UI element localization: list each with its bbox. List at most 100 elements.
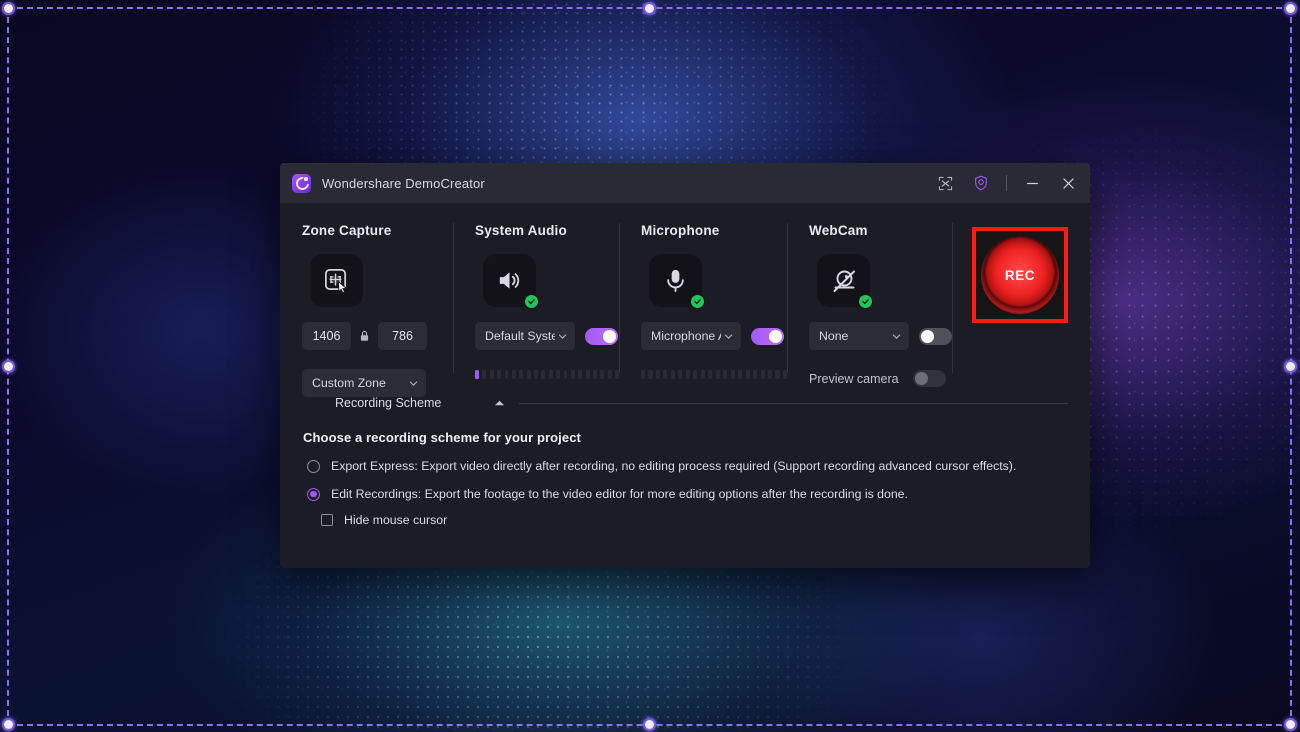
microphone-column: Microphone Microphone A (619, 211, 787, 388)
zone-mode-value: Custom Zone (312, 376, 386, 390)
level-segment (648, 370, 653, 379)
hide-mouse-cursor-label: Hide mouse cursor (344, 513, 448, 527)
capture-controls-row: Zone Capture 1406 786 Custom Zone System… (302, 203, 1068, 397)
level-segment (753, 370, 758, 379)
recording-scheme-heading: Choose a recording scheme for your proje… (303, 430, 581, 445)
minimize-icon[interactable] (1014, 164, 1050, 202)
radio-indicator-edit-recordings (307, 487, 320, 501)
microphone-toggle[interactable] (751, 327, 784, 345)
enabled-check-icon (858, 294, 873, 309)
window-title: Wondershare DemoCreator (322, 175, 485, 191)
level-segment (497, 370, 502, 379)
level-segment (693, 370, 698, 379)
chevron-down-icon (558, 333, 567, 339)
level-segment (655, 370, 661, 379)
level-segment (578, 370, 583, 379)
chevron-down-icon (892, 333, 901, 339)
level-segment (685, 370, 690, 379)
speaker-icon[interactable] (483, 254, 539, 309)
record-button-circle: REC (981, 236, 1059, 314)
webcam-device-select[interactable]: None (809, 322, 909, 350)
level-segment (700, 370, 705, 379)
level-segment (593, 370, 597, 379)
level-segment (678, 370, 683, 379)
rewards-shield-icon[interactable] (963, 164, 999, 202)
microphone-icon[interactable] (649, 254, 705, 309)
system-audio-level-meter (475, 370, 620, 379)
level-segment (663, 370, 668, 379)
zone-capture-icon[interactable] (310, 254, 363, 307)
webcam-device-row: None (809, 322, 952, 350)
level-segment (570, 370, 575, 379)
record-button-label: REC (1004, 267, 1036, 283)
level-segment (738, 370, 743, 379)
radio-label-edit-recordings: Edit Recordings: Export the footage to t… (331, 487, 908, 501)
section-divider (519, 402, 1068, 404)
level-segment (767, 370, 773, 379)
level-segment (723, 370, 728, 379)
screenshot-capture-icon[interactable] (927, 164, 963, 202)
webcam-column: WebCam None Preview camera (787, 211, 952, 388)
zone-mode-select[interactable]: Custom Zone (302, 369, 426, 397)
democreator-window: Wondershare DemoCreator Zone Capture 140… (280, 163, 1090, 568)
microphone-level-meter (641, 370, 787, 379)
level-segment (489, 370, 494, 379)
window-title-bar[interactable]: Wondershare DemoCreator (280, 163, 1090, 203)
microphone-device-select[interactable]: Microphone A (641, 322, 741, 350)
system-audio-device-value: Default Syste (485, 329, 555, 343)
level-segment (745, 370, 750, 379)
webcam-toggle[interactable] (919, 327, 952, 345)
preview-camera-row: Preview camera (809, 370, 952, 387)
level-segment (715, 370, 720, 379)
close-icon[interactable] (1050, 164, 1086, 202)
webcam-disabled-icon[interactable] (817, 254, 873, 309)
system-audio-title: System Audio (475, 223, 567, 238)
record-button[interactable]: REC (972, 227, 1068, 323)
zone-capture-column: Zone Capture 1406 786 Custom Zone (302, 211, 453, 397)
radio-option-edit-recordings[interactable]: Edit Recordings: Export the footage to t… (302, 487, 1068, 501)
microphone-device-value: Microphone A (651, 329, 721, 343)
level-segment (563, 370, 568, 379)
level-segment (775, 370, 780, 379)
level-segment (585, 370, 590, 379)
system-audio-device-select[interactable]: Default Syste (475, 322, 575, 350)
chevron-down-icon (724, 333, 733, 339)
enabled-check-icon (690, 294, 705, 309)
level-segment (534, 370, 538, 379)
level-segment (548, 370, 553, 379)
preview-camera-toggle[interactable] (912, 370, 946, 387)
enabled-check-icon (524, 294, 539, 309)
title-bar-separator (1006, 175, 1007, 191)
zone-height-input[interactable] (378, 322, 427, 350)
zone-size-row (302, 322, 453, 350)
hide-mouse-cursor-option[interactable]: Hide mouse cursor (321, 513, 1068, 527)
system-audio-toggle[interactable] (585, 327, 618, 345)
level-segment (641, 370, 646, 379)
level-segment (475, 370, 479, 379)
window-controls (927, 164, 1086, 202)
level-segment (511, 370, 516, 379)
level-segment (556, 370, 561, 379)
level-segment (504, 370, 509, 379)
level-segment (526, 370, 531, 379)
webcam-device-value: None (819, 329, 849, 343)
microphone-device-row: Microphone A (641, 322, 787, 350)
democreator-logo-icon (292, 173, 311, 193)
radio-option-export-express[interactable]: Export Express: Export video directly af… (302, 459, 1068, 473)
radio-label-export-express: Export Express: Export video directly af… (331, 459, 1017, 473)
chevron-up-icon[interactable] (494, 399, 505, 407)
level-segment (519, 370, 524, 379)
level-segment (670, 370, 675, 379)
hide-mouse-cursor-checkbox (321, 514, 333, 526)
radio-indicator-export-express (307, 459, 320, 473)
level-segment (607, 370, 612, 379)
aspect-lock-icon[interactable] (359, 330, 370, 342)
window-body: Zone Capture 1406 786 Custom Zone System… (280, 203, 1090, 527)
level-segment (541, 370, 546, 379)
level-segment (730, 370, 735, 379)
zone-width-input[interactable] (302, 322, 351, 350)
record-column: REC (952, 211, 1068, 388)
level-segment (600, 370, 605, 379)
recording-scheme-title: Recording Scheme (335, 396, 442, 410)
system-audio-column: System Audio Default Syste (453, 211, 620, 388)
